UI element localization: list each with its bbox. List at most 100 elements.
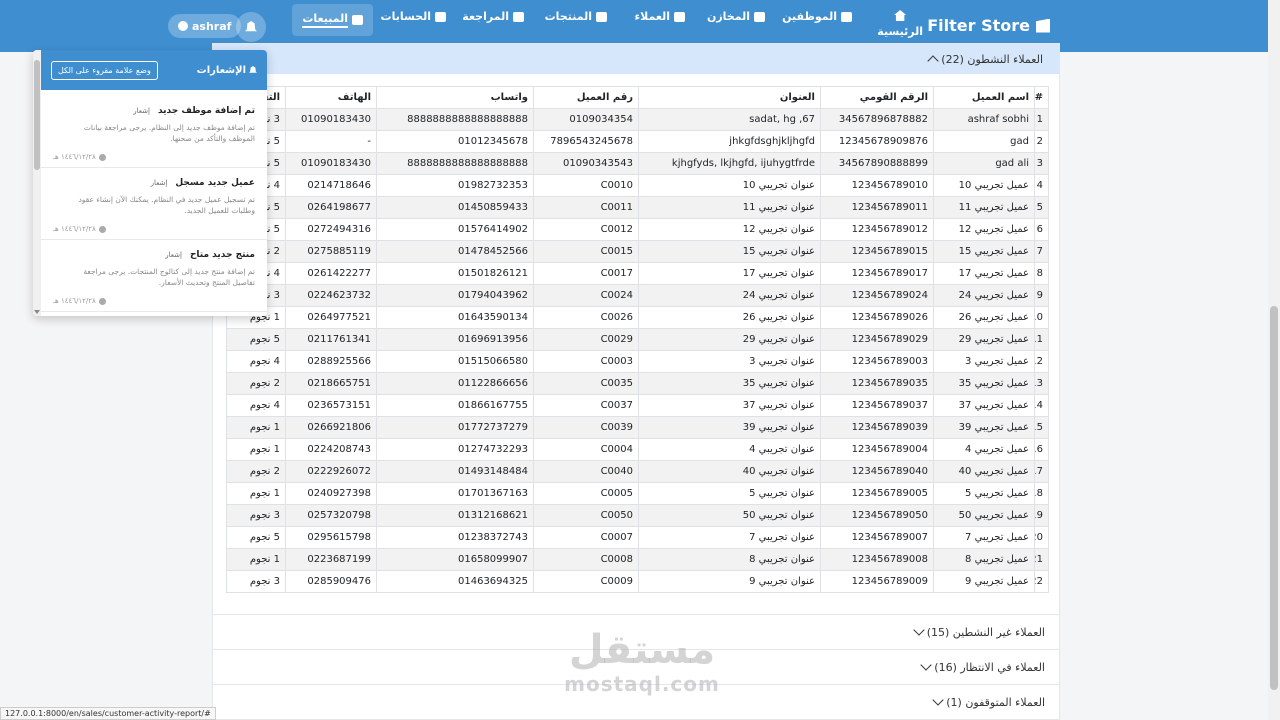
table-cell: C0026 bbox=[533, 306, 639, 329]
table-cell: عنوان تجريبي 50 bbox=[638, 504, 821, 527]
scroll-down-arrow-icon[interactable] bbox=[34, 310, 40, 314]
table-cell: عميل تجريبي 9 bbox=[933, 570, 1035, 593]
table-row: 20عميل تجريبي 7123456789007عنوان تجريبي … bbox=[226, 526, 1049, 549]
active-customers-header[interactable]: العملاء النشطون (22) bbox=[213, 44, 1059, 74]
table-cell: 0272494316 bbox=[285, 218, 377, 241]
table-cell: 01696913956 bbox=[376, 328, 534, 351]
table-cell: 2 bbox=[1034, 130, 1049, 153]
notification-item[interactable]: منتج جديد متاح إشعار تم إضافة منتج جديد … bbox=[41, 240, 267, 312]
table-cell: عنوان تجريبي 4 bbox=[638, 438, 821, 461]
users-icon bbox=[674, 11, 685, 22]
notification-time-text: ١٤٤٦/١٢/٢٨ هـ bbox=[53, 153, 96, 161]
table-cell: C0050 bbox=[533, 504, 639, 527]
table-cell: 01866167755 bbox=[376, 394, 534, 417]
table-cell: عنوان تجريبي 15 bbox=[638, 240, 821, 263]
table-cell: C0029 bbox=[533, 328, 639, 351]
table-cell: 123456789017 bbox=[820, 262, 934, 285]
page-scrollbar-thumb[interactable] bbox=[1270, 306, 1278, 690]
active-section-label: العملاء النشطون (22) bbox=[941, 52, 1043, 66]
table-header-row: # اسم العميل الرقم القومي العنوان رقم ال… bbox=[226, 86, 1049, 109]
table-cell: عميل تجريبي 11 bbox=[933, 196, 1035, 219]
table-cell: 1 نجوم bbox=[226, 438, 286, 461]
table-cell: 0214718646 bbox=[285, 174, 377, 197]
table-cell: 01576414902 bbox=[376, 218, 534, 241]
table-cell: 0236573151 bbox=[285, 394, 377, 417]
inactive-customers-header[interactable]: العملاء غير النشطين (15) bbox=[213, 614, 1059, 649]
table-cell: 1 نجوم bbox=[226, 548, 286, 571]
table-cell: 01012345678 bbox=[376, 130, 534, 153]
notification-item[interactable]: تم إضافة موظف جديد إشعار تم إضافة موظف ج… bbox=[41, 96, 267, 168]
table-cell: 1 نجوم bbox=[226, 482, 286, 505]
notification-item[interactable]: عميل جديد مسجل إشعار تم تسجيل عميل جديد … bbox=[41, 168, 267, 240]
user-icon bbox=[841, 11, 852, 22]
table-cell: عميل تجريبي 37 bbox=[933, 394, 1035, 417]
table-cell: 1 نجوم bbox=[226, 416, 286, 439]
clipboard-icon bbox=[513, 11, 524, 22]
mark-all-read-button[interactable]: وضع علامة مقروء على الكل bbox=[51, 60, 158, 80]
table-cell: عميل تجريبي 29 bbox=[933, 328, 1035, 351]
table-cell: 3 bbox=[1034, 152, 1049, 175]
table-cell: عميل تجريبي 24 bbox=[933, 284, 1035, 307]
table-cell: 12 bbox=[1034, 350, 1049, 373]
table-cell: sadat, hg ,67 bbox=[638, 108, 821, 131]
notification-time: ١٤٤٦/١٢/٢٨ هـ bbox=[53, 225, 106, 233]
table-cell: 0285909476 bbox=[285, 570, 377, 593]
table-cell: عنوان تجريبي 7 bbox=[638, 526, 821, 549]
table-cell: gad bbox=[933, 130, 1035, 153]
scrollbar-thumb[interactable] bbox=[34, 60, 40, 170]
nav-review[interactable]: المراجعة bbox=[462, 10, 524, 23]
table-cell: C0024 bbox=[533, 284, 639, 307]
table-cell: C0012 bbox=[533, 218, 639, 241]
table-cell: C0005 bbox=[533, 482, 639, 505]
table-cell: 0109034354 bbox=[533, 108, 639, 131]
table-cell: 0295615798 bbox=[285, 526, 377, 549]
pending-customers-header[interactable]: العملاء في الانتظار (16) bbox=[213, 649, 1059, 684]
user-circle-icon bbox=[178, 21, 188, 31]
table-cell: عنوان تجريبي 26 bbox=[638, 306, 821, 329]
table-cell: عنوان تجريبي 10 bbox=[638, 174, 821, 197]
brand[interactable]: Filter Store bbox=[927, 16, 1050, 35]
notifications-scrollbar[interactable] bbox=[33, 50, 41, 316]
column-header: الرقم القومي bbox=[820, 86, 934, 109]
notification-time: ١٤٤٦/١٢/٢٨ هـ bbox=[53, 297, 106, 305]
nav-accounts[interactable]: الحسابات bbox=[381, 10, 446, 23]
notifications-dropdown: الإشعارات وضع علامة مقروء على الكل تم إض… bbox=[33, 50, 267, 316]
table-cell: 01982732353 bbox=[376, 174, 534, 197]
table-cell: 34567890888899 bbox=[820, 152, 934, 175]
table-row: 18عميل تجريبي 5123456789005عنوان تجريبي … bbox=[226, 482, 1049, 505]
nav-sales-label: المبيعات bbox=[302, 12, 348, 28]
table-cell: gad ali bbox=[933, 152, 1035, 175]
section-label: العملاء المتوقفون (1) bbox=[946, 695, 1045, 709]
table-cell: عميل تجريبي 10 bbox=[933, 174, 1035, 197]
nav-employees[interactable]: الموظفين bbox=[782, 10, 852, 23]
table-cell: 10 bbox=[1034, 306, 1049, 329]
table-cell: 0223687199 bbox=[285, 548, 377, 571]
table-cell: 7 bbox=[1034, 240, 1049, 263]
table-cell: 123456789037 bbox=[820, 394, 934, 417]
table-cell: 17 bbox=[1034, 460, 1049, 483]
stopped-customers-header[interactable]: العملاء المتوقفون (1) bbox=[213, 684, 1059, 719]
notification-body: تم إضافة منتج جديد إلى كتالوج المنتجات. … bbox=[83, 267, 255, 288]
table-cell: 20 bbox=[1034, 526, 1049, 549]
nav-review-label: المراجعة bbox=[462, 10, 509, 23]
table-cell: 0224623732 bbox=[285, 284, 377, 307]
table-cell: 01658099907 bbox=[376, 548, 534, 571]
table-cell: kjhgfyds, lkjhgfd, ijuhygtfrde bbox=[638, 152, 821, 175]
table-cell: 0257320798 bbox=[285, 504, 377, 527]
page-scrollbar[interactable] bbox=[1268, 0, 1280, 720]
table-cell: عميل تجريبي 5 bbox=[933, 482, 1035, 505]
user-menu-button[interactable]: ashraf bbox=[168, 14, 242, 38]
table-cell: عنوان تجريبي 9 bbox=[638, 570, 821, 593]
table-row: 11عميل تجريبي 29123456789029عنوان تجريبي… bbox=[226, 328, 1049, 351]
chevron-down-icon bbox=[920, 659, 932, 671]
table-cell: C0017 bbox=[533, 262, 639, 285]
table-cell: 123456789015 bbox=[820, 240, 934, 263]
nav-warehouses[interactable]: المخازن bbox=[707, 10, 765, 23]
clock-icon bbox=[98, 297, 106, 305]
nav-sales[interactable]: المبيعات bbox=[292, 4, 373, 36]
table-cell: عنوان تجريبي 39 bbox=[638, 416, 821, 439]
nav-customers[interactable]: العملاء bbox=[635, 10, 685, 23]
warehouse-icon bbox=[754, 11, 765, 22]
nav-home[interactable]: الرئيسية bbox=[877, 10, 923, 38]
nav-products[interactable]: المنتجات bbox=[545, 10, 607, 23]
